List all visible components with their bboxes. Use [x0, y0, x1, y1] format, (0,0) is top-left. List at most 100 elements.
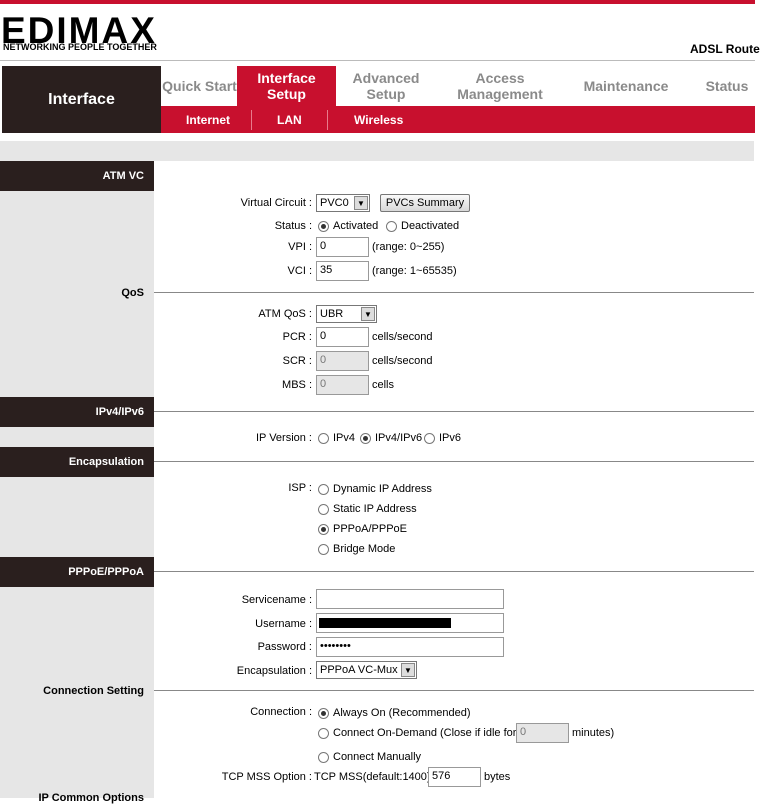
- status-activated-label: Activated: [333, 220, 379, 232]
- tab-quick-start[interactable]: Quick Start: [162, 66, 237, 106]
- scr-input[interactable]: 0: [316, 351, 369, 371]
- isp-bridge-mode[interactable]: Bridge Mode: [318, 543, 395, 555]
- tcp-mss-label: TCP MSS Option :: [221, 771, 312, 783]
- tab-maintenance[interactable]: Maintenance: [566, 66, 686, 106]
- connection-on-demand[interactable]: Connect On-Demand (Close if idle for: [318, 727, 516, 739]
- radio-deactivated[interactable]: [386, 220, 397, 232]
- status-activated[interactable]: Activated: [318, 220, 378, 232]
- isp-static-ip[interactable]: Static IP Address: [318, 503, 417, 515]
- isp-bridge-mode-label: Bridge Mode: [333, 543, 396, 555]
- mbs-label: MBS :: [282, 379, 312, 391]
- atm-qos-value: UBR: [320, 308, 344, 320]
- isp-dynamic-ip-label: Dynamic IP Address: [333, 483, 432, 495]
- isp-static-ip-label: Static IP Address: [333, 503, 417, 515]
- vci-range: (range: 1~65535): [372, 265, 457, 277]
- ip-option-ipv4-ipv6-label: IPv4/IPv6: [375, 432, 423, 444]
- password-input[interactable]: ••••••••: [316, 637, 504, 657]
- section-pppoe-pppoa: PPPoE/PPPoA: [0, 557, 154, 587]
- isp-dynamic-ip[interactable]: Dynamic IP Address: [318, 483, 432, 495]
- tab-advanced-setup[interactable]: Advanced Setup: [336, 66, 436, 106]
- subtab-wireless[interactable]: Wireless: [354, 113, 403, 127]
- mbs-input[interactable]: 0: [316, 375, 369, 395]
- section-encapsulation: Encapsulation: [0, 447, 154, 477]
- virtual-circuit-value: PVC0: [320, 197, 349, 209]
- radio-ipv4[interactable]: [318, 432, 329, 444]
- vpi-range: (range: 0~255): [372, 241, 445, 253]
- ip-option-ipv6[interactable]: IPv6: [424, 432, 461, 444]
- tcp-mss-unit: bytes: [484, 771, 511, 783]
- chevron-down-icon: ▼: [361, 307, 375, 321]
- section-divider: [154, 461, 754, 462]
- product-name: ADSL Route: [690, 42, 760, 56]
- chevron-down-icon: ▼: [354, 196, 368, 210]
- status-deactivated[interactable]: Deactivated: [386, 220, 459, 232]
- radio-always-on[interactable]: [318, 707, 329, 719]
- atm-qos-select[interactable]: UBR ▼: [316, 305, 377, 323]
- status-label: Status :: [274, 220, 312, 232]
- vpi-input[interactable]: 0: [316, 237, 369, 257]
- connection-always-on-label: Always On (Recommended): [333, 707, 471, 719]
- atm-qos-label: ATM QoS :: [258, 308, 312, 320]
- radio-pppoa-pppoe[interactable]: [318, 523, 329, 535]
- status-deactivated-label: Deactivated: [401, 220, 460, 232]
- content-top-band: [0, 141, 754, 161]
- radio-activated[interactable]: [318, 220, 329, 232]
- idle-minutes-input[interactable]: 0: [516, 723, 569, 743]
- radio-on-demand[interactable]: [318, 727, 329, 739]
- connection-manual[interactable]: Connect Manually: [318, 751, 421, 763]
- ip-option-ipv4-ipv6[interactable]: IPv4/IPv6: [360, 432, 422, 444]
- section-divider: [154, 690, 754, 691]
- ip-version-label: IP Version :: [255, 432, 312, 444]
- tcp-mss-input[interactable]: 576: [428, 767, 481, 787]
- tab-status[interactable]: Status: [692, 66, 762, 106]
- header-divider: [0, 60, 755, 61]
- ppp-encapsulation-label: Encapsulation :: [236, 665, 312, 677]
- ppp-encapsulation-value: PPPoA VC-Mux: [320, 664, 398, 676]
- radio-static-ip[interactable]: [318, 503, 329, 515]
- isp-label: ISP :: [288, 482, 312, 494]
- vci-label: VCI :: [287, 265, 312, 277]
- ppp-encapsulation-select[interactable]: PPPoA VC-Mux ▼: [316, 661, 417, 679]
- radio-ipv4-ipv6[interactable]: [360, 432, 371, 444]
- virtual-circuit-select[interactable]: PVC0 ▼: [316, 194, 370, 212]
- section-atm-vc: ATM VC: [0, 161, 154, 191]
- subtab-separator: [251, 110, 252, 130]
- current-section-title: Interface: [2, 66, 161, 133]
- subtab-internet[interactable]: Internet: [186, 113, 230, 127]
- scr-unit: cells/second: [372, 355, 433, 367]
- isp-pppoa-pppoe[interactable]: PPPoA/PPPoE: [318, 523, 407, 535]
- radio-dynamic-ip[interactable]: [318, 483, 329, 495]
- section-ip-common-options: IP Common Options: [38, 792, 144, 804]
- servicename-input[interactable]: [316, 589, 504, 609]
- radio-ipv6[interactable]: [424, 432, 435, 444]
- vpi-label: VPI :: [288, 241, 312, 253]
- tab-access-management[interactable]: Access Management: [436, 66, 564, 106]
- username-label: Username :: [255, 618, 312, 630]
- mbs-unit: cells: [372, 379, 395, 391]
- idle-minutes-unit: minutes): [572, 727, 615, 739]
- pcr-input[interactable]: 0: [316, 327, 369, 347]
- connection-always-on[interactable]: Always On (Recommended): [318, 707, 471, 719]
- radio-bridge-mode[interactable]: [318, 543, 329, 555]
- radio-manual[interactable]: [318, 751, 329, 763]
- password-label: Password :: [257, 641, 312, 653]
- subtab-lan[interactable]: LAN: [277, 113, 302, 127]
- username-input[interactable]: [316, 613, 504, 633]
- pcr-unit: cells/second: [372, 331, 433, 343]
- section-divider: [154, 292, 754, 293]
- connection-manual-label: Connect Manually: [333, 751, 422, 763]
- tab-interface-setup[interactable]: Interface Setup: [237, 66, 336, 106]
- connection-on-demand-label: Connect On-Demand (Close if idle for: [333, 727, 517, 739]
- section-divider: [154, 571, 754, 572]
- pvcs-summary-button[interactable]: PVCs Summary: [380, 194, 470, 212]
- vci-input[interactable]: 35: [316, 261, 369, 281]
- connection-label: Connection :: [250, 706, 312, 718]
- tcp-mss-text: TCP MSS(default:1400): [314, 771, 431, 783]
- pcr-label: PCR :: [282, 331, 312, 343]
- section-connection-setting: Connection Setting: [43, 685, 144, 697]
- ip-option-ipv4[interactable]: IPv4: [318, 432, 355, 444]
- redacted-username: [319, 618, 451, 628]
- top-accent-line: [0, 0, 755, 4]
- ip-option-ipv4-label: IPv4: [333, 432, 356, 444]
- section-divider: [154, 411, 754, 412]
